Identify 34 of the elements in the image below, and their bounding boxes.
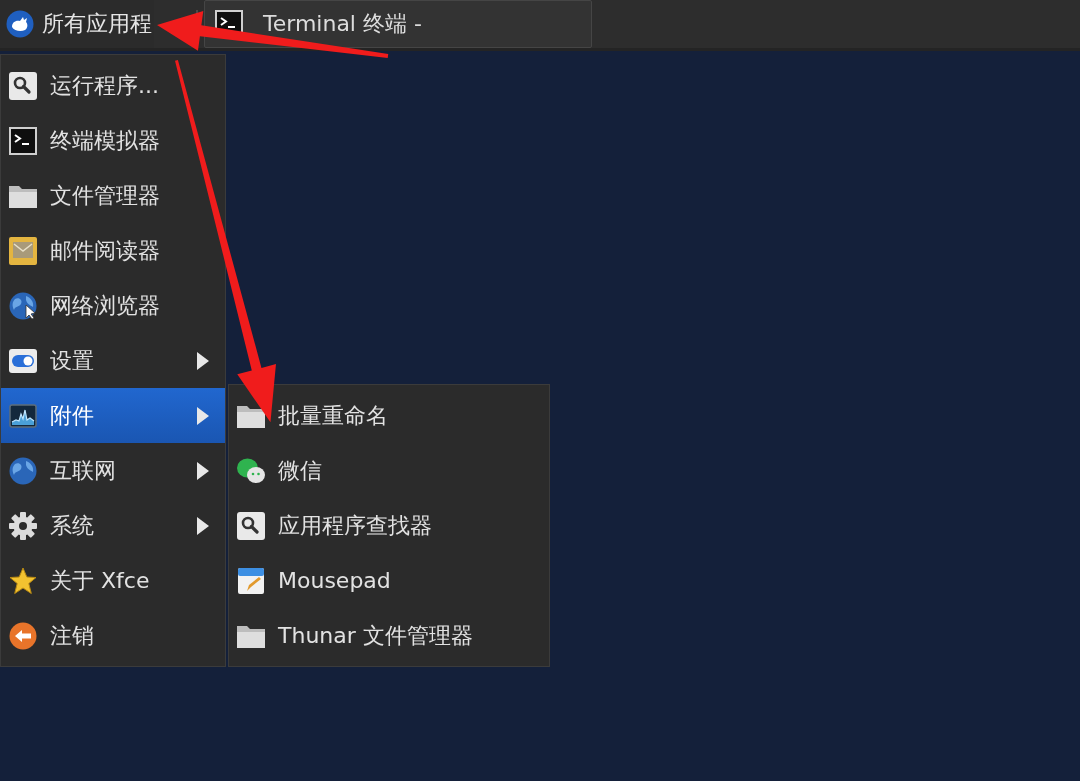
submenu-item[interactable]: Thunar 文件管理器 — [229, 608, 549, 663]
gear-icon — [9, 511, 37, 540]
mail-icon — [9, 236, 37, 265]
menu-item[interactable]: 注销 — [1, 608, 225, 663]
terminal-icon — [9, 126, 37, 155]
globe-icon — [9, 456, 37, 485]
submenu-item[interactable]: Mousepad — [229, 553, 549, 608]
folder-icon — [9, 183, 37, 208]
menu-item[interactable]: 系统 — [1, 498, 225, 553]
search-icon — [237, 511, 265, 540]
menu-item[interactable]: 网络浏览器 — [1, 278, 225, 333]
star-icon — [9, 566, 37, 595]
folder-icon — [237, 403, 265, 428]
toggle-switch-icon — [9, 346, 37, 375]
menu-item[interactable]: 终端模拟器 — [1, 113, 225, 168]
caret-right-icon — [197, 461, 209, 480]
menu-item[interactable]: 设置 — [1, 333, 225, 388]
chat-bubbles-icon — [237, 456, 265, 485]
waveform-chart-icon — [9, 401, 37, 430]
globe-cursor-icon — [9, 291, 37, 320]
menu-item[interactable]: 附件 — [1, 388, 225, 443]
taskbar-window-button[interactable]: Terminal 终端 - — [204, 0, 592, 48]
mouse-logo-icon — [6, 10, 34, 38]
submenu-item[interactable]: 应用程序查找器 — [229, 498, 549, 553]
folder-icon — [237, 623, 265, 648]
menu-item[interactable]: 互联网 — [1, 443, 225, 498]
submenu-item[interactable]: 微信 — [229, 443, 549, 498]
caret-right-icon — [197, 406, 209, 425]
search-icon — [9, 71, 37, 100]
caret-right-icon — [197, 516, 209, 535]
caret-right-icon — [197, 351, 209, 370]
menu-item[interactable]: 关于 Xfce — [1, 553, 225, 608]
notepad-pencil-icon — [237, 566, 265, 595]
left-arrow-circle-icon — [9, 621, 37, 650]
